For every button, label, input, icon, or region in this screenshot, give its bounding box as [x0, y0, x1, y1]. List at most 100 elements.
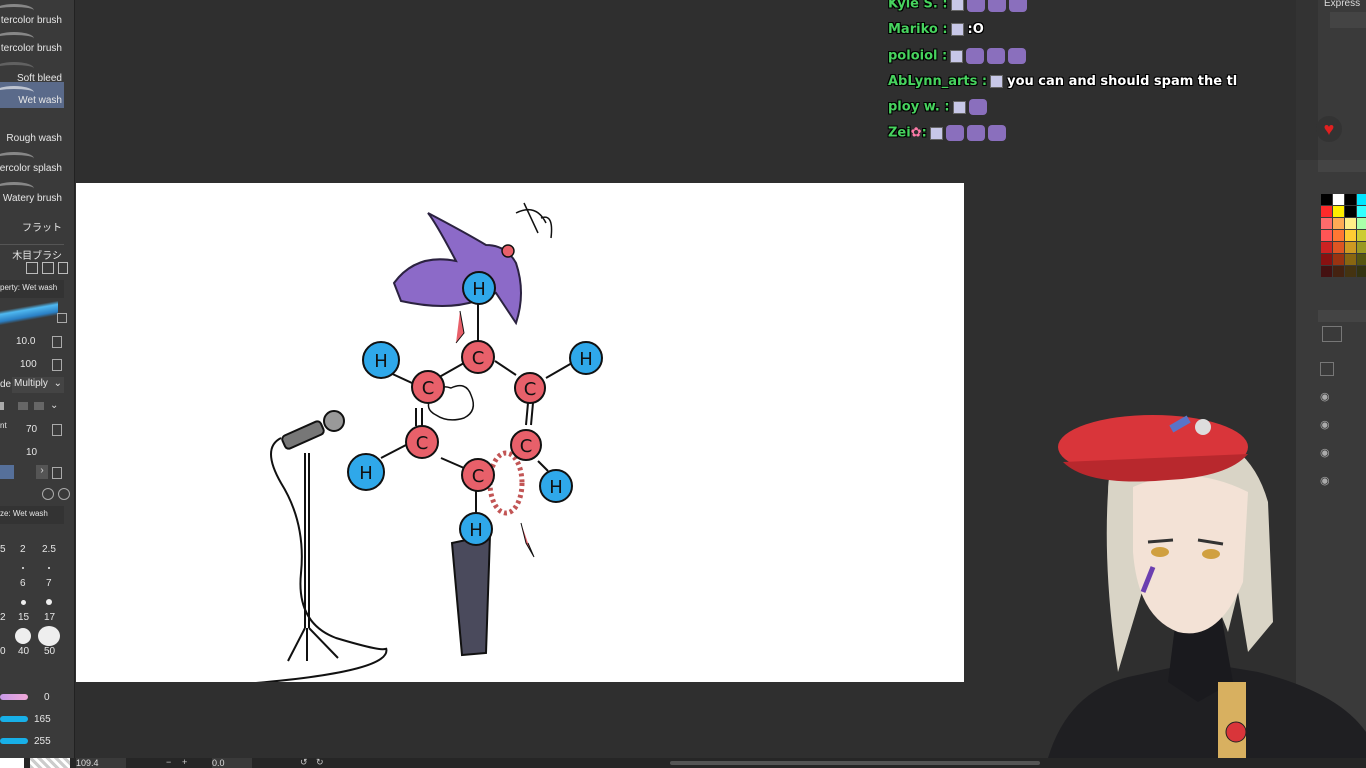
settings-icon[interactable]	[42, 488, 54, 500]
pressure-icon[interactable]	[52, 467, 62, 479]
layer-mode-select[interactable]	[1322, 326, 1342, 342]
emote-icon	[987, 0, 1006, 12]
atom-label: C	[416, 433, 429, 454]
badge-icon	[950, 0, 964, 11]
brush-preview	[0, 300, 58, 326]
size-option[interactable]: 6	[20, 578, 26, 589]
emote-icon	[966, 125, 985, 141]
chevron-right-icon[interactable]: ›	[36, 465, 48, 479]
emote-icon	[1008, 48, 1027, 64]
size-option[interactable]: 40	[18, 646, 29, 657]
texture-row: ⌄	[0, 400, 64, 412]
size-option[interactable]: 2	[0, 612, 6, 623]
size-option[interactable]: 50	[44, 646, 55, 657]
brush-size-value[interactable]: 10.0	[16, 336, 35, 347]
emote-icon	[966, 0, 985, 12]
value-value[interactable]: 255	[34, 736, 51, 747]
brush-item[interactable]: フラット	[0, 208, 64, 236]
rotate-right-icon[interactable]: ↻	[316, 757, 324, 768]
atom-label: H	[374, 351, 388, 372]
atom-label: H	[579, 349, 593, 370]
value-slider[interactable]	[0, 738, 28, 744]
rotate-left-icon[interactable]: ↺	[300, 757, 308, 768]
brush-item[interactable]: tercolor brush	[0, 0, 64, 28]
expression-field[interactable]	[1330, 12, 1366, 28]
brush-item[interactable]: tercolor brush	[0, 28, 64, 56]
hue-slider[interactable]	[0, 694, 28, 700]
chevron-down-icon[interactable]: ⌄	[50, 400, 58, 411]
color-set-tab[interactable]	[1318, 160, 1366, 172]
atom-label: C	[422, 378, 435, 399]
vtuber-avatar	[1048, 415, 1366, 758]
emote-icon	[945, 125, 964, 141]
expression-label: Express	[1324, 0, 1361, 9]
size-option[interactable]: 2.5	[42, 544, 56, 555]
search-icon[interactable]	[58, 488, 70, 500]
zoom-in-icon[interactable]: +	[182, 757, 187, 767]
badge-icon	[950, 23, 964, 36]
emote-icon	[968, 99, 987, 115]
size-option[interactable]: 2	[20, 544, 26, 555]
badge-icon	[950, 49, 964, 63]
emote-icon	[966, 48, 985, 64]
atom-label: H	[472, 279, 486, 300]
texture-swatch[interactable]	[18, 402, 28, 410]
rotation-field[interactable]: 0.0	[212, 758, 252, 768]
pressure-icon[interactable]	[52, 359, 62, 371]
heart-icon[interactable]: ♥	[1316, 116, 1342, 142]
atom-label: H	[549, 477, 563, 498]
badge-icon	[952, 100, 966, 114]
layer-icon[interactable]	[1320, 362, 1334, 376]
duplicate-icon[interactable]	[42, 262, 54, 274]
chat-message: Kyle S. :	[888, 0, 1027, 18]
trash-icon[interactable]	[58, 262, 68, 274]
zoom-out-icon[interactable]: −	[166, 757, 171, 767]
atom-label: H	[359, 463, 373, 484]
opacity-value[interactable]: 100	[20, 359, 37, 370]
chat-message: Zei✿:	[888, 125, 1006, 147]
color-chip[interactable]	[0, 465, 14, 479]
hue-value[interactable]: 0	[44, 692, 50, 703]
chat-message: Mariko ::O	[888, 22, 984, 37]
tool-property-title: perty: Wet wash	[0, 280, 64, 298]
size-option[interactable]: 5	[0, 544, 6, 555]
pressure-icon[interactable]	[52, 424, 62, 436]
emote-icon	[987, 48, 1006, 64]
save-icon[interactable]	[26, 262, 38, 274]
atom-label: C	[520, 436, 533, 457]
chat-message: AbLynn_arts : you can and should spam the…	[888, 74, 1238, 89]
badge-icon	[929, 126, 943, 140]
emote-icon	[987, 125, 1006, 141]
brush-item[interactable]: Watery brush	[0, 178, 64, 206]
blend-mode-select[interactable]: Multiply ⌄	[12, 377, 64, 393]
emote-icon	[1008, 0, 1027, 12]
saturation-slider[interactable]	[0, 716, 28, 722]
color-palette[interactable]	[1321, 194, 1366, 294]
size-option[interactable]: 15	[18, 612, 29, 623]
brush-item-selected[interactable]: Wet wash	[0, 82, 64, 108]
brush-item[interactable]: Rough wash	[0, 118, 64, 146]
navigator-thumb[interactable]	[0, 758, 24, 768]
atom-label: C	[524, 379, 537, 400]
zoom-field[interactable]: 109.4	[76, 758, 126, 768]
brush-item[interactable]: ercolor splash	[0, 148, 64, 176]
horizontal-scrollbar[interactable]	[670, 761, 1040, 765]
size-option[interactable]: 17	[44, 612, 55, 623]
size-option[interactable]: 7	[46, 578, 52, 589]
size-option[interactable]: 0	[0, 646, 6, 657]
drawing-canvas[interactable]: H C C C C C C H H H H H	[76, 183, 964, 682]
spacing-value[interactable]: 10	[26, 447, 37, 458]
texture-swatch[interactable]	[34, 402, 44, 410]
flower-icon: ✿	[910, 125, 922, 141]
atom-label: C	[472, 466, 485, 487]
lock-icon[interactable]	[57, 313, 67, 323]
saturation-value[interactable]: 165	[34, 714, 51, 725]
layer-panel-tab[interactable]	[1318, 310, 1366, 322]
density-value[interactable]: 70	[26, 424, 37, 435]
badge-icon	[990, 75, 1004, 88]
brush-group-title: 木目ブラシ	[0, 244, 64, 263]
microphone-drawing	[255, 410, 388, 682]
chat-message: poloiol :	[888, 48, 1027, 70]
pressure-icon[interactable]	[52, 336, 62, 348]
atom-label: H	[469, 520, 483, 541]
